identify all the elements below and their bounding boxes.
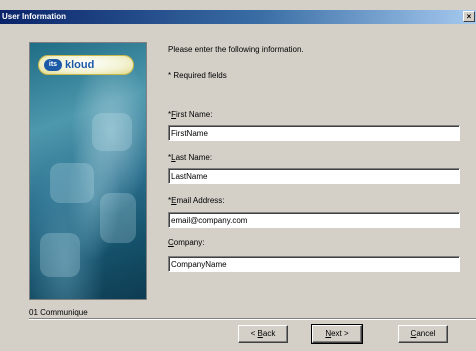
logo-mark: its bbox=[44, 59, 62, 71]
brand-footer-text: 01 Communique bbox=[29, 308, 88, 317]
company-label: Company: bbox=[168, 238, 204, 247]
next-button[interactable]: Next > bbox=[311, 324, 363, 344]
last-name-label: *Last Name: bbox=[168, 153, 212, 162]
instructions-text: Please enter the following information. bbox=[168, 45, 304, 54]
user-information-dialog: User Information × its kloud Please ente… bbox=[0, 0, 476, 351]
back-button[interactable]: < Back bbox=[238, 325, 288, 343]
window-title: User Information bbox=[2, 12, 67, 21]
wizard-banner-image: its kloud bbox=[29, 42, 147, 300]
close-icon: × bbox=[466, 12, 472, 21]
label-text: ast Name: bbox=[175, 153, 213, 162]
back-label: ack bbox=[262, 329, 276, 338]
itskloud-logo: its kloud bbox=[38, 55, 134, 75]
company-field[interactable] bbox=[168, 256, 460, 272]
label-text: irst Name: bbox=[176, 110, 213, 119]
title-bar[interactable]: User Information × bbox=[0, 10, 476, 24]
first-name-field[interactable] bbox=[168, 125, 460, 141]
close-button[interactable]: × bbox=[463, 11, 475, 22]
email-address-label: *Email Address: bbox=[168, 196, 225, 205]
cancel-button[interactable]: Cancel bbox=[398, 325, 448, 343]
cancel-label: ancel bbox=[416, 329, 436, 338]
label-text: mail Address: bbox=[176, 196, 225, 205]
footer-separator bbox=[29, 318, 476, 320]
label-text: ompany: bbox=[173, 238, 205, 247]
email-address-field[interactable] bbox=[168, 212, 460, 228]
first-name-label: *First Name: bbox=[168, 110, 212, 119]
logo-text: kloud bbox=[65, 59, 95, 71]
back-prefix: < bbox=[250, 329, 258, 338]
next-label: ext > bbox=[331, 329, 349, 338]
last-name-field[interactable] bbox=[168, 168, 460, 184]
required-fields-note: * Required fields bbox=[168, 71, 227, 80]
